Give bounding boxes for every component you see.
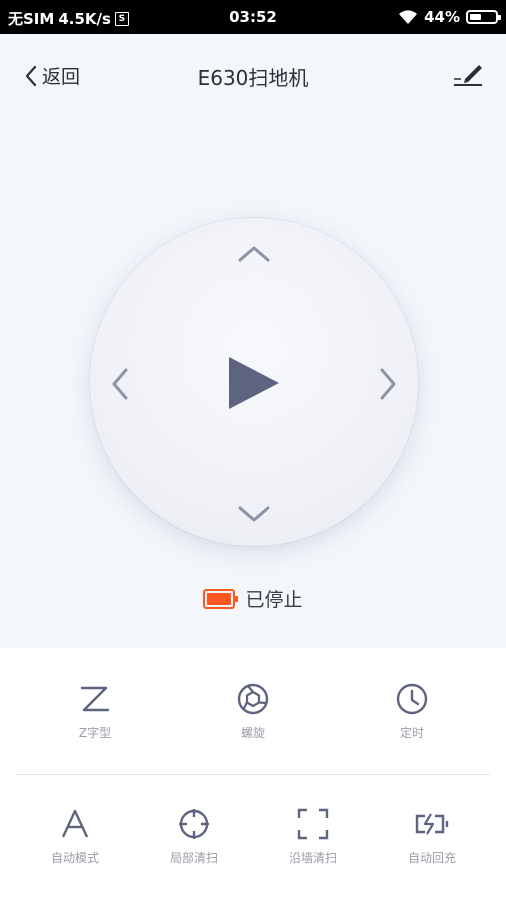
edit-button[interactable] xyxy=(452,60,484,92)
recharge-icon xyxy=(415,813,449,835)
mode-label: 定时 xyxy=(399,726,424,740)
battery-percent: 44% xyxy=(424,8,460,26)
mode-recharge[interactable]: 自动回充 xyxy=(377,807,487,866)
robot-status: 已停止 xyxy=(0,585,506,612)
mode-timer[interactable]: 定时 xyxy=(357,682,467,741)
status-text: 已停止 xyxy=(245,589,303,611)
mode-label: 局部清扫 xyxy=(169,851,218,865)
auto-mode-icon xyxy=(61,809,89,838)
mode-label: 自动模式 xyxy=(50,851,99,865)
cleaning-modes: 自动模式 局部清扫 沿墙清扫 自动回充 xyxy=(0,775,506,900)
mode-spot-clean[interactable]: 局部清扫 xyxy=(139,807,249,866)
mode-edge-clean[interactable]: 沿墙清扫 xyxy=(258,807,368,866)
mode-label: 螺旋 xyxy=(240,726,265,740)
mode-label: 沿墙清扫 xyxy=(288,851,337,865)
arrow-right-button[interactable] xyxy=(376,366,400,402)
z-pattern-icon xyxy=(80,686,110,712)
page-title: E630扫地机 xyxy=(197,66,309,90)
arrow-up-button[interactable] xyxy=(236,242,272,266)
play-button[interactable] xyxy=(229,357,279,409)
status-bar: 无SIM 4.5K/s S 03:52 44% xyxy=(0,0,506,34)
clock-icon xyxy=(396,683,428,715)
spiral-icon xyxy=(237,683,269,715)
edit-pen-icon xyxy=(454,65,482,86)
mode-label: 自动回充 xyxy=(407,851,456,865)
wifi-icon xyxy=(399,10,418,24)
mode-z-pattern[interactable]: Z字型 xyxy=(40,682,150,741)
arrow-left-button[interactable] xyxy=(108,366,132,402)
battery-low-icon xyxy=(203,588,239,609)
mode-spiral[interactable]: 螺旋 xyxy=(198,682,308,741)
battery-icon xyxy=(466,10,501,24)
arrow-down-button[interactable] xyxy=(236,502,272,526)
mode-label: Z字型 xyxy=(78,726,112,740)
edge-clean-icon xyxy=(297,808,329,840)
cleaning-patterns: Z字型 螺旋 定时 xyxy=(0,650,506,774)
direction-pad xyxy=(90,218,418,546)
mode-auto[interactable]: 自动模式 xyxy=(20,807,130,866)
nav-bar: 返回 E630扫地机 xyxy=(0,34,506,118)
spot-clean-icon xyxy=(179,809,209,839)
